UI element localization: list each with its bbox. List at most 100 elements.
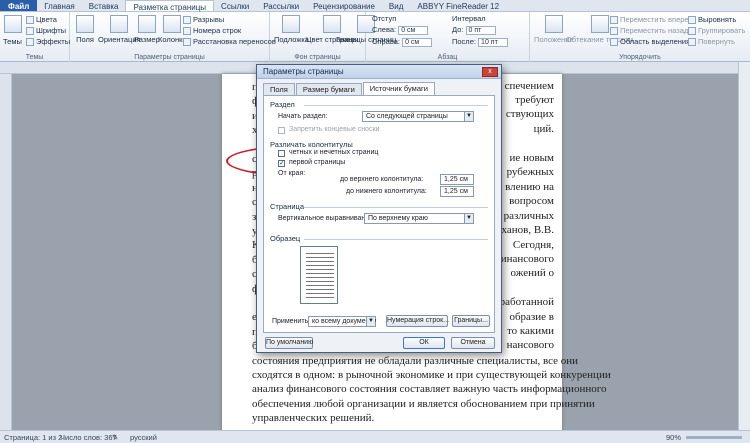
- tab-references[interactable]: Ссылки: [214, 0, 256, 11]
- tab-page-layout[interactable]: Разметка страницы: [125, 0, 215, 12]
- document-line-fragment: вопросом: [509, 195, 554, 207]
- group-icon: [688, 27, 696, 36]
- document-line-fragment: образие в: [509, 311, 554, 323]
- preview-line: [306, 253, 334, 254]
- watermark-button[interactable]: Подложка: [274, 15, 309, 44]
- fonts-icon: [26, 27, 34, 36]
- document-line-fragment: работанной: [499, 296, 554, 308]
- watermark-icon: [282, 15, 301, 33]
- odd-even-checkbox[interactable]: [278, 150, 285, 157]
- group-paragraph: Отступ Слева: 0 см Справа: 0 см Интервал…: [366, 12, 530, 62]
- spacing-after-row: После: 10 пт: [452, 37, 509, 47]
- status-page[interactable]: Страница: 1 из 2: [4, 433, 62, 442]
- group-label-arrange: Упорядочить: [619, 54, 661, 61]
- footer-distance-label: до нижнего колонтитула:: [346, 188, 427, 195]
- preview-line: [306, 289, 334, 290]
- group-label-paragraph: Абзац: [437, 54, 458, 61]
- document-line-fragment: нансового: [506, 339, 554, 351]
- align-button[interactable]: Выровнять: [688, 15, 736, 25]
- start-section-select[interactable]: Со следующей страницы ▼: [362, 111, 474, 122]
- tab-file[interactable]: Файл: [0, 0, 38, 11]
- margins-button[interactable]: Поля: [76, 15, 94, 44]
- divider: [304, 207, 488, 208]
- section-heading: Раздел: [270, 100, 295, 109]
- tab-home[interactable]: Главная: [37, 0, 81, 11]
- vertical-ruler[interactable]: [0, 74, 12, 430]
- group-label-themes: Темы: [25, 54, 44, 61]
- apply-to-select[interactable]: ко всему документу ▼: [308, 316, 376, 327]
- group-button[interactable]: Группировать: [688, 26, 745, 36]
- themes-button[interactable]: [4, 15, 22, 35]
- size-button[interactable]: Размер: [134, 15, 160, 44]
- document-line-fragment: различных: [503, 210, 554, 222]
- spacing-after-input[interactable]: 10 пт: [478, 37, 509, 47]
- line-numbers-button[interactable]: Нумерация строк...: [386, 315, 449, 327]
- status-zoom[interactable]: 90%: [666, 433, 681, 442]
- close-icon[interactable]: x: [482, 67, 498, 77]
- indent-right-row: Справа: 0 см: [372, 37, 433, 47]
- preview-line: [306, 265, 334, 266]
- vertical-scrollbar[interactable]: [738, 62, 750, 430]
- header-distance-input[interactable]: 1,25 см: [440, 174, 474, 185]
- borders-button[interactable]: Границы...: [452, 315, 490, 327]
- margins-icon: [76, 15, 94, 33]
- indent-left-row: Слева: 0 см: [372, 25, 429, 35]
- columns-icon: [163, 15, 182, 33]
- bring-forward-button[interactable]: Переместить вперед: [610, 15, 693, 25]
- ribbon: Темы Цвета Шрифты Эффекты Темы Поля Орие…: [0, 12, 750, 62]
- odd-even-label: четных и нечетных страниц: [289, 149, 379, 156]
- ok-button[interactable]: ОК: [403, 337, 445, 349]
- line-numbers-icon: [183, 27, 191, 36]
- status-language[interactable]: русский: [130, 433, 157, 442]
- cancel-button[interactable]: Отмена: [451, 337, 495, 349]
- preview-line: [306, 273, 334, 274]
- tab-insert[interactable]: Вставка: [82, 0, 126, 11]
- breaks-button[interactable]: Разрывы: [183, 15, 224, 25]
- fonts-button[interactable]: Шрифты: [26, 26, 66, 36]
- colors-button[interactable]: Цвета: [26, 15, 57, 25]
- page-heading: Страница: [270, 202, 304, 211]
- align-icon: [688, 16, 696, 25]
- rotate-button[interactable]: Повернуть: [688, 37, 735, 47]
- effects-icon: [26, 38, 34, 47]
- send-backward-button[interactable]: Переместить назад: [610, 26, 688, 36]
- rotate-icon: [688, 38, 696, 47]
- tab-margins[interactable]: Поля: [263, 83, 295, 95]
- document-line-fragment: ожений о: [510, 267, 554, 279]
- colors-icon: [26, 16, 34, 25]
- selection-pane-button[interactable]: Область выделения: [610, 37, 690, 47]
- group-page-setup: Поля Ориентация Размер Колонки Разрывы Н…: [70, 12, 276, 62]
- tab-abbyy[interactable]: ABBYY FineReader 12: [410, 0, 506, 11]
- first-page-checkbox[interactable]: ✓: [278, 160, 285, 167]
- group-label-background: Фон страницы: [294, 54, 341, 61]
- effects-button[interactable]: Эффекты: [26, 37, 70, 47]
- hyphenation-button[interactable]: Расстановка переносов: [183, 37, 276, 47]
- page-setup-dialog: Параметры страницы x Поля Размер бумаги …: [256, 64, 502, 353]
- themes-icon: [4, 15, 22, 33]
- from-edge-label: От края:: [278, 170, 306, 177]
- footer-distance-input[interactable]: 1,25 см: [440, 186, 474, 197]
- status-words[interactable]: Число слов: 367: [60, 433, 117, 442]
- chevron-down-icon: ▼: [366, 317, 375, 326]
- spacing-before-input[interactable]: 0 пт: [465, 25, 496, 35]
- preview-page: [300, 246, 338, 304]
- suppress-endnotes-checkbox[interactable]: [278, 127, 285, 134]
- indent-right-input[interactable]: 0 см: [402, 37, 433, 47]
- zoom-slider[interactable]: [686, 436, 742, 439]
- valign-select[interactable]: По верхнему краю ▼: [364, 213, 474, 224]
- tab-view[interactable]: Вид: [382, 0, 410, 11]
- tab-review[interactable]: Рецензирование: [306, 0, 382, 11]
- default-button[interactable]: По умолчанию: [265, 337, 313, 349]
- line-numbers-button[interactable]: Номера строк: [183, 26, 241, 36]
- chevron-down-icon: ▼: [464, 112, 473, 121]
- tab-layout[interactable]: Источник бумаги: [362, 82, 435, 95]
- tab-mailings[interactable]: Рассылки: [256, 0, 306, 11]
- document-line: управленческих решений.: [252, 412, 375, 425]
- document-line-fragment: инансового: [500, 253, 554, 265]
- spellcheck-icon[interactable]: ✎: [112, 433, 118, 442]
- group-arrange: Положение Обтекание текстом Переместить …: [530, 12, 750, 62]
- document-line-fragment: спечением: [504, 80, 554, 92]
- indent-left-input[interactable]: 0 см: [398, 25, 429, 35]
- tab-paper-size[interactable]: Размер бумаги: [295, 83, 362, 95]
- bring-forward-icon: [610, 16, 618, 25]
